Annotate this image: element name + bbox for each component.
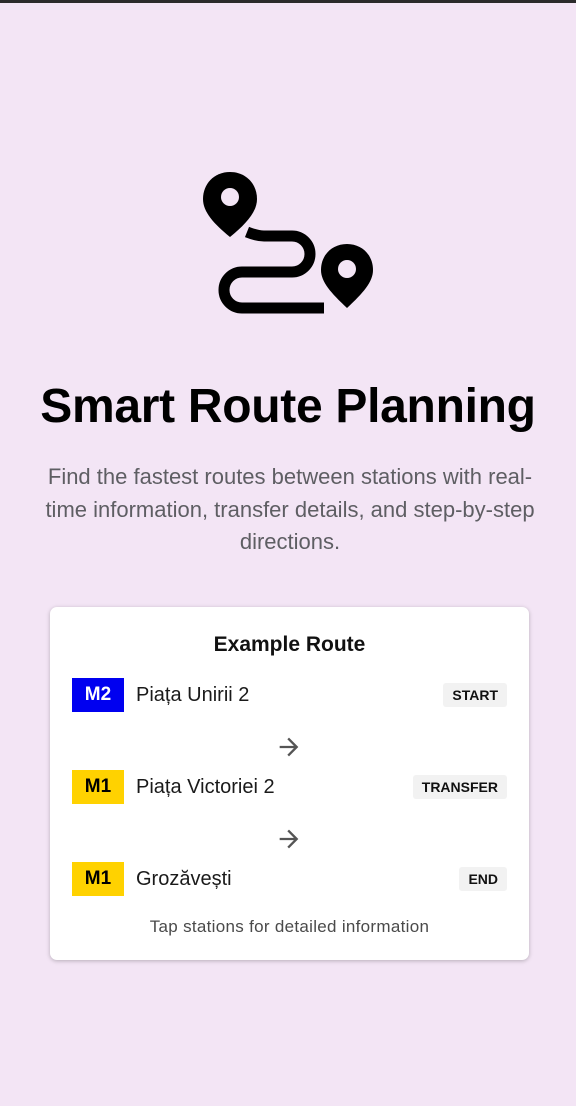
route-icon [203, 172, 373, 314]
route-stop-start[interactable]: M2 Piața Unirii 2 START [72, 678, 507, 712]
station-name[interactable]: Piața Victoriei 2 [136, 776, 275, 799]
station-name[interactable]: Piața Unirii 2 [136, 684, 249, 707]
example-route-card: Example Route M2 Piața Unirii 2 START M1… [50, 607, 529, 960]
transfer-tag: TRANSFER [412, 775, 507, 799]
page-description: Find the fastest routes between stations… [45, 464, 535, 554]
card-title: Example Route [213, 633, 366, 656]
arrow-right-icon [279, 829, 299, 849]
arrow-right-icon [279, 737, 299, 757]
route-stop-transfer[interactable]: M1 Piața Victoriei 2 TRANSFER [72, 770, 507, 804]
route-stop-end[interactable]: M1 Grozăvești END [72, 862, 507, 896]
line-badge-m1: M1 [72, 770, 124, 804]
line-badge-m1: M1 [72, 862, 124, 896]
start-tag: START [443, 683, 507, 707]
end-tag: END [459, 867, 507, 891]
station-name[interactable]: Grozăvești [136, 868, 232, 891]
status-bar [0, 0, 576, 3]
page-title: Smart Route Planning [40, 380, 536, 433]
line-badge-m2: M2 [72, 678, 124, 712]
hint-text: Tap stations for detailed information [149, 917, 430, 936]
